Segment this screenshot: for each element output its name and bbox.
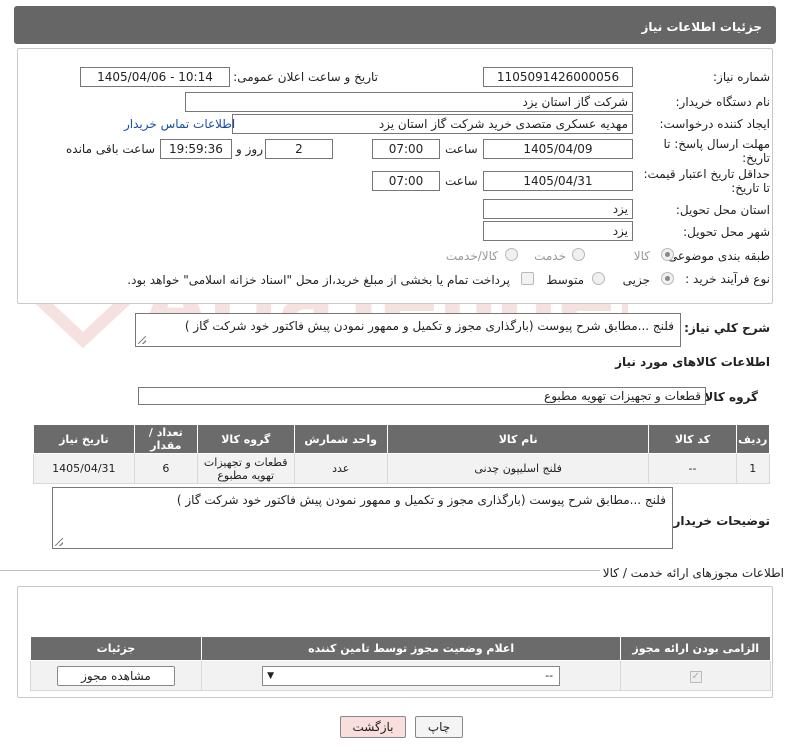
summary-textarea[interactable]: فلنج ...مطابق شرح پیوست (بارگذاری مجوز و… <box>135 313 681 347</box>
col-qty: تعداد / مقدار <box>133 424 199 454</box>
buyer-notes-text: فلنج ...مطابق شرح پیوست (بارگذاری مجوز و… <box>176 493 666 507</box>
col-group: گروه کالا <box>197 424 295 454</box>
city-label: شهر محل تحویل: <box>683 225 770 239</box>
process-option-medium: متوسط <box>546 273 584 287</box>
goods-table: ردیف کد کالا نام کالا واحد شمارش گروه کا… <box>33 424 771 484</box>
creator-field: مهدیه عسکری متصدی خرید شرکت گاز استان یز… <box>232 114 633 134</box>
remaining-time-field: 19:59:36 <box>160 139 232 159</box>
col-permit-required: الزامی بودن ارائه مجوز <box>620 636 771 661</box>
cell-qty: 6 <box>133 453 199 484</box>
reply-deadline-label-2: تاریخ: <box>742 151 770 165</box>
announce-date-field: 1405/04/06 - 10:14 <box>80 67 230 87</box>
days-remaining-field: 2 <box>265 139 333 159</box>
cell-row: 1 <box>735 453 771 484</box>
process-type-label: نوع فرآیند خرید : <box>685 272 770 286</box>
col-permit-details: جزئیات <box>30 636 202 661</box>
category-radio-service[interactable] <box>572 248 585 261</box>
goods-section-title: اطلاعات کالاهای مورد نیاز <box>615 355 770 369</box>
category-option-goods-service: کالا/خدمت <box>445 249 498 263</box>
cell-permit-required: ✓ <box>620 660 771 691</box>
col-unit: واحد شمارش <box>293 424 388 454</box>
category-option-service: خدمت <box>534 249 566 263</box>
cell-code: -- <box>648 453 737 484</box>
divider <box>0 570 600 571</box>
summary-label: شرح کلي نياز: <box>684 321 770 335</box>
print-button[interactable]: چاپ <box>415 716 463 738</box>
cell-name: فلنج اسلیپون چدنی <box>386 453 650 484</box>
cell-group: قطعات و تجهیزات تهویه مطبوع <box>197 453 295 484</box>
price-time-field: 07:00 <box>372 171 440 191</box>
col-row: ردیف <box>735 424 771 454</box>
category-label: طبقه بندی موضوعی: <box>663 249 770 263</box>
city-field: یزد <box>483 221 633 241</box>
table-row: ✓ -- ▼ مشاهده مجوز <box>30 660 771 691</box>
remaining-label: ساعت باقی مانده <box>66 142 156 156</box>
announce-date-label: تاریخ و ساعت اعلان عمومی: <box>233 70 378 84</box>
permit-status-value: -- <box>545 668 554 682</box>
back-button[interactable]: بازگشت <box>340 716 406 738</box>
process-radio-minor[interactable] <box>661 272 674 285</box>
price-date-field: 1405/04/31 <box>483 171 633 191</box>
reply-time-label: ساعت <box>445 142 478 156</box>
cell-permit-status: -- ▼ <box>200 660 622 691</box>
creator-label: ایجاد کننده درخواست: <box>659 117 770 131</box>
required-checkbox-icon: ✓ <box>689 670 702 683</box>
cell-unit: عدد <box>293 453 388 484</box>
goods-group-label: گروه کالا: <box>699 390 758 404</box>
days-label: روز و <box>236 142 263 156</box>
col-permit-status: اعلام وضعیت مجوز توسط تامین کننده <box>200 636 622 661</box>
treasury-payment-checkbox[interactable] <box>521 272 534 285</box>
cell-date: 1405/04/31 <box>33 453 135 484</box>
buyer-notes-textarea[interactable]: فلنج ...مطابق شرح پیوست (بارگذاری مجوز و… <box>52 487 673 549</box>
col-code: کد کالا <box>648 424 737 454</box>
permit-status-select[interactable]: -- ▼ <box>262 665 561 686</box>
permits-section-title: اطلاعات مجوزهای ارائه خدمت / کالا <box>602 566 784 580</box>
table-row: 1 -- فلنج اسلیپون چدنی عدد قطعات و تجهیز… <box>33 453 771 484</box>
province-label: استان محل تحویل: <box>675 203 770 217</box>
cell-permit-details: مشاهده مجوز <box>30 660 202 691</box>
process-option-minor: جزیی <box>622 273 650 287</box>
province-field: یزد <box>483 199 633 219</box>
permits-table: الزامی بودن ارائه مجوز اعلام وضعیت مجوز … <box>30 636 771 691</box>
buyer-org-label: نام دستگاه خریدار: <box>675 95 771 109</box>
treasury-payment-note: پرداخت تمام یا بخشی از مبلغ خرید،از محل … <box>127 273 510 287</box>
need-number-label: شماره نیاز: <box>713 70 770 84</box>
category-radio-goods-service[interactable] <box>505 248 518 261</box>
goods-table-header: ردیف کد کالا نام کالا واحد شمارش گروه کا… <box>33 424 771 454</box>
buyer-org-field: شرکت گاز استان یزد <box>185 92 633 112</box>
col-name: نام کالا <box>386 424 650 454</box>
page-title: جزئیات اطلاعات نیاز <box>641 20 762 34</box>
buyer-contact-link[interactable]: اطلاعات تماس خریدار <box>124 117 235 131</box>
reply-date-field: 1405/04/09 <box>483 139 633 159</box>
category-radio-goods[interactable] <box>661 248 674 261</box>
permits-table-header: الزامی بودن ارائه مجوز اعلام وضعیت مجوز … <box>30 636 771 661</box>
reply-deadline-label: مهلت ارسال پاسخ: تا <box>663 137 770 151</box>
goods-group-field: قطعات و تجهیزات تهویه مطبوع <box>138 387 706 405</box>
buyer-notes-label: توضیحات خریدار: <box>668 514 770 528</box>
process-radio-medium[interactable] <box>592 272 605 285</box>
col-date: تاریخ نیاز <box>33 424 135 454</box>
price-deadline-label-2: تا تاریخ: <box>731 181 770 195</box>
category-option-goods: کالا <box>633 249 650 263</box>
view-permit-button[interactable]: مشاهده مجوز <box>56 665 175 686</box>
need-number-field: 1105091426000056 <box>483 67 633 87</box>
price-deadline-label: حداقل تاریخ اعتبار قیمت: <box>643 167 770 181</box>
summary-text: فلنج ...مطابق شرح پیوست (بارگذاری مجوز و… <box>184 319 674 333</box>
reply-time-field: 07:00 <box>372 139 440 159</box>
price-time-label: ساعت <box>445 174 478 188</box>
page-header: جزئیات اطلاعات نیاز <box>14 6 776 44</box>
resize-grip-icon[interactable] <box>138 336 146 344</box>
chevron-down-icon: ▼ <box>267 670 275 681</box>
resize-grip-icon[interactable] <box>55 538 63 546</box>
